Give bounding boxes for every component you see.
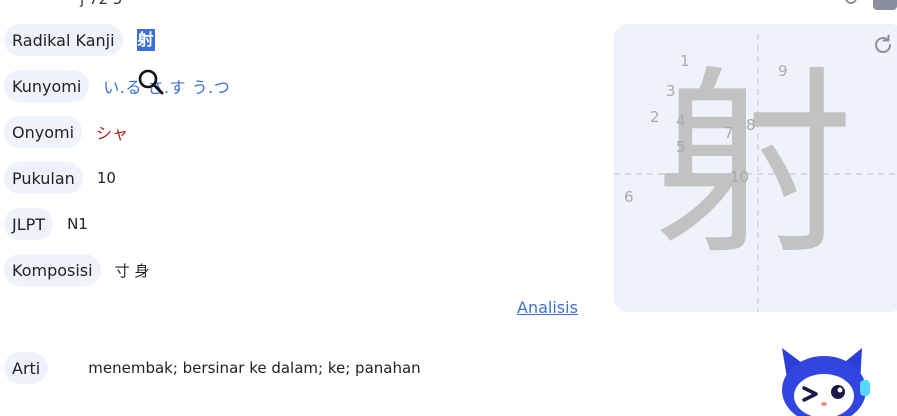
stroke-number-6: 6 [624,188,634,206]
meaning-label: Arti [4,352,49,384]
stroke-number-4: 4 [676,112,686,130]
analysis-link[interactable]: Analisis [517,298,578,317]
stroke-number-9: 9 [778,62,788,80]
stroke-number-2: 2 [650,108,660,126]
top-icons [839,0,897,10]
stroke-number-3: 3 [666,82,676,100]
composition-value[interactable]: 寸 身 [115,260,150,281]
stroke-number-10: 10 [730,168,749,186]
stroke-diagram: 射 1 2 3 4 5 6 7 8 9 10 [614,34,897,312]
radical-value[interactable]: 射 [136,29,155,51]
radical-label: Radikal Kanji [4,24,123,56]
kunyomi-row: Kunyomi い.る さ.す う.つ [4,70,230,102]
radical-row: Radikal Kanji 射 [4,24,155,56]
reload-icon[interactable] [872,34,894,56]
onyomi-value[interactable]: シャ [96,120,128,144]
magnifier-icon [138,69,164,95]
stroke-order-panel[interactable]: 射 1 2 3 4 5 6 7 8 9 10 [614,24,897,312]
strokes-row: Pukulan 10 [4,162,116,194]
strokes-label: Pukulan [4,162,83,194]
composition-label: Komposisi [4,254,101,286]
meaning-value: menembak; bersinar ke dalam; ke; panahan [88,359,421,377]
jlpt-value: N1 [67,215,88,233]
onyomi-row: Onyomi シャ [4,116,128,148]
kunyomi-label: Kunyomi [4,70,90,102]
jlpt-row: JLPT N1 [4,208,88,240]
sound-icon[interactable] [839,0,863,10]
mascot-icon[interactable] [776,344,872,416]
stroke-number-1: 1 [680,52,690,70]
stroke-number-7: 7 [724,124,734,142]
stroke-number-8: 8 [746,116,756,134]
meaning-row: Arti menembak; bersinar ke dalam; ke; pa… [4,352,421,384]
strokes-value: 10 [96,169,116,187]
square-icon[interactable] [873,0,897,10]
onyomi-label: Onyomi [4,116,83,148]
stroke-character: 射 [654,49,854,282]
composition-row: Komposisi 寸 身 [4,254,149,286]
kunyomi-value[interactable]: い.る さ.す う.つ [103,74,230,98]
jlpt-label: JLPT [4,208,54,240]
header-fragment: j 72 5 [80,0,122,8]
stroke-number-5: 5 [676,138,686,156]
